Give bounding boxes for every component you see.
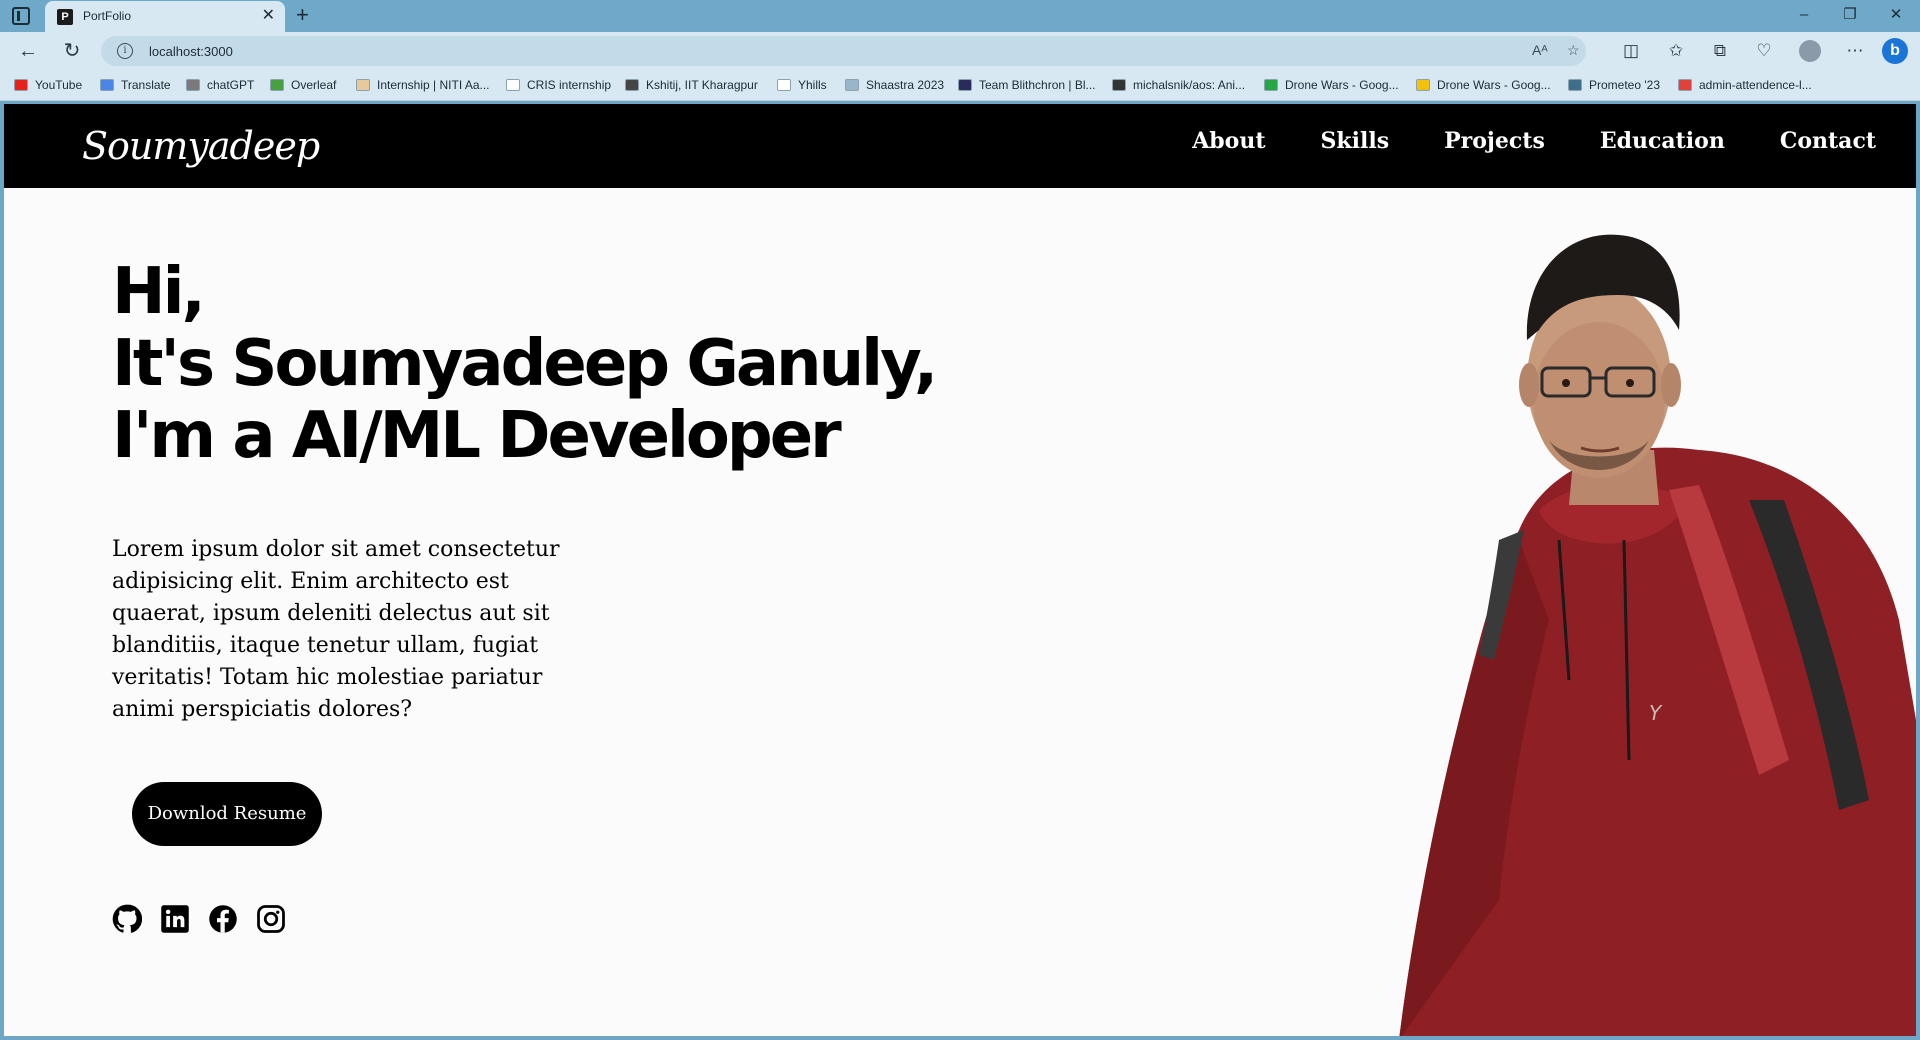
profile-avatar[interactable] (1799, 40, 1821, 62)
page-viewport: Soumyadeep About Skills Projects Educati… (4, 104, 1916, 1036)
bookmark-favicon-icon (625, 79, 639, 91)
bookmark-item[interactable]: YouTube (14, 78, 82, 92)
bookmark-item[interactable]: Overleaf (270, 78, 336, 92)
bookmark-item[interactable]: Shaastra 2023 (845, 78, 944, 92)
bookmark-label: admin-attendence-l... (1699, 78, 1812, 92)
nav-about[interactable]: About (1192, 128, 1265, 154)
new-tab-icon[interactable]: + (296, 3, 309, 27)
tab-portfolio[interactable]: P PortFolio ✕ (45, 1, 285, 32)
bookmark-label: Drone Wars - Goog... (1437, 78, 1551, 92)
tab-actions-icon[interactable] (12, 7, 30, 25)
browser-essentials-icon[interactable]: ♡ (1752, 41, 1776, 61)
nav-projects[interactable]: Projects (1444, 128, 1545, 154)
bookmark-item[interactable]: chatGPT (186, 78, 254, 92)
bookmark-favicon-icon (845, 79, 859, 91)
nav-education[interactable]: Education (1600, 128, 1725, 154)
bookmark-label: Overleaf (291, 78, 337, 92)
close-window-icon[interactable]: ✕ (1873, 4, 1919, 26)
bookmark-item[interactable]: Yhills (777, 78, 827, 92)
bookmark-favicon-icon (1568, 79, 1582, 91)
bookmark-item[interactable]: Drone Wars - Goog... (1416, 78, 1551, 92)
browser-toolbar: ← ↻ i localhost:3000 Aᴬ ☆ ◫ ✩ ⧉ ♡ ⋯ b (0, 32, 1920, 70)
bookmark-item[interactable]: Internship | NITI Aa... (356, 78, 490, 92)
bookmark-label: Drone Wars - Goog... (1285, 78, 1399, 92)
bookmark-label: Shaastra 2023 (866, 78, 945, 92)
hero-description: Lorem ipsum dolor sit amet consectetur a… (112, 537, 560, 722)
bookmark-favicon-icon (100, 79, 114, 91)
url-text[interactable]: localhost:3000 (149, 44, 233, 59)
bookmark-item[interactable]: michalsnik/aos: Ani... (1112, 78, 1245, 92)
download-resume-button[interactable]: Downlod Resume (132, 782, 322, 846)
minimize-icon[interactable]: – (1781, 4, 1827, 26)
bookmark-label: chatGPT (207, 78, 255, 92)
hero-line-greeting: Hi, (112, 255, 206, 329)
bookmark-label: Kshitij, IIT Kharagpur (646, 78, 758, 92)
svg-text:Y: Y (1649, 701, 1663, 725)
restore-icon[interactable]: ❐ (1827, 4, 1873, 26)
instagram-icon[interactable] (256, 904, 286, 934)
read-aloud-icon[interactable]: Aᴬ (1532, 42, 1548, 58)
bookmarks-bar: YouTube Translate chatGPT Overleaf Internshi… (0, 70, 1920, 101)
more-menu-icon[interactable]: ⋯ (1843, 41, 1867, 61)
bookmark-label: Translate (121, 78, 171, 92)
bookmark-favicon-icon (506, 79, 520, 91)
facebook-icon[interactable] (208, 904, 238, 934)
nav-skills[interactable]: Skills (1321, 128, 1390, 154)
nav-links: About Skills Projects Education Contact (1137, 128, 1876, 154)
site-logo[interactable]: Soumyadeep (82, 124, 320, 168)
bookmark-label: michalsnik/aos: Ani... (1133, 78, 1246, 92)
site-navbar: Soumyadeep About Skills Projects Educati… (4, 104, 1916, 188)
favorites-icon[interactable]: ✩ (1664, 41, 1688, 61)
nav-contact[interactable]: Contact (1780, 128, 1876, 154)
split-screen-icon[interactable]: ◫ (1619, 41, 1643, 61)
refresh-icon[interactable]: ↻ (58, 39, 86, 63)
bookmark-label: CRIS internship (527, 78, 612, 92)
bookmark-label: Yhills (798, 78, 827, 92)
bookmark-favicon-icon (1264, 79, 1278, 91)
bookmark-favicon-icon (186, 79, 200, 91)
collections-icon[interactable]: ⧉ (1708, 41, 1732, 61)
tab-bar: P PortFolio ✕ + – ❐ ✕ (0, 0, 1920, 32)
hero-heading: Hi, It's Soumyadeep Ganuly, I'm a AI/ML … (112, 255, 938, 473)
bookmark-item[interactable]: CRIS internship (506, 78, 611, 92)
bing-copilot-icon[interactable]: b (1882, 38, 1908, 64)
back-icon[interactable]: ← (14, 39, 42, 63)
tab-favicon-icon: P (57, 9, 73, 25)
address-bar[interactable]: i localhost:3000 Aᴬ ☆ (101, 36, 1586, 66)
profile-photo: Y (1399, 234, 1916, 1036)
social-links (112, 904, 286, 934)
linkedin-icon[interactable] (160, 904, 190, 934)
bookmark-favicon-icon (14, 79, 28, 91)
bookmark-item[interactable]: Kshitij, IIT Kharagpur (625, 78, 758, 92)
bookmark-favicon-icon (1416, 79, 1430, 91)
bookmark-label: Team Blithchron | Bl... (979, 78, 1096, 92)
hero-line-role: I'm a AI/ML Developer (112, 399, 842, 473)
bookmark-item[interactable]: Translate (100, 78, 171, 92)
bookmark-item[interactable]: Prometeo '23 (1568, 78, 1660, 92)
bookmark-favicon-icon (1112, 79, 1126, 91)
tab-title: PortFolio (83, 9, 132, 23)
tab-close-icon[interactable]: ✕ (262, 7, 275, 25)
site-info-icon[interactable]: i (117, 43, 133, 59)
bookmark-favicon-icon (777, 79, 791, 91)
bookmark-label: Prometeo '23 (1589, 78, 1660, 92)
hero-line-name: It's Soumyadeep Ganuly, (112, 327, 938, 401)
bookmark-item[interactable]: Team Blithchron | Bl... (958, 78, 1096, 92)
bookmark-item[interactable]: admin-attendence-l... (1678, 78, 1812, 92)
favorite-star-icon[interactable]: ☆ (1567, 42, 1580, 59)
bookmark-favicon-icon (270, 79, 284, 91)
bookmark-favicon-icon (1678, 79, 1692, 91)
bookmark-item[interactable]: Drone Wars - Goog... (1264, 78, 1399, 92)
bookmark-label: YouTube (35, 78, 83, 92)
bookmark-favicon-icon (356, 79, 370, 91)
bookmark-favicon-icon (958, 79, 972, 91)
bookmark-label: Internship | NITI Aa... (377, 78, 490, 92)
github-icon[interactable] (112, 904, 142, 934)
